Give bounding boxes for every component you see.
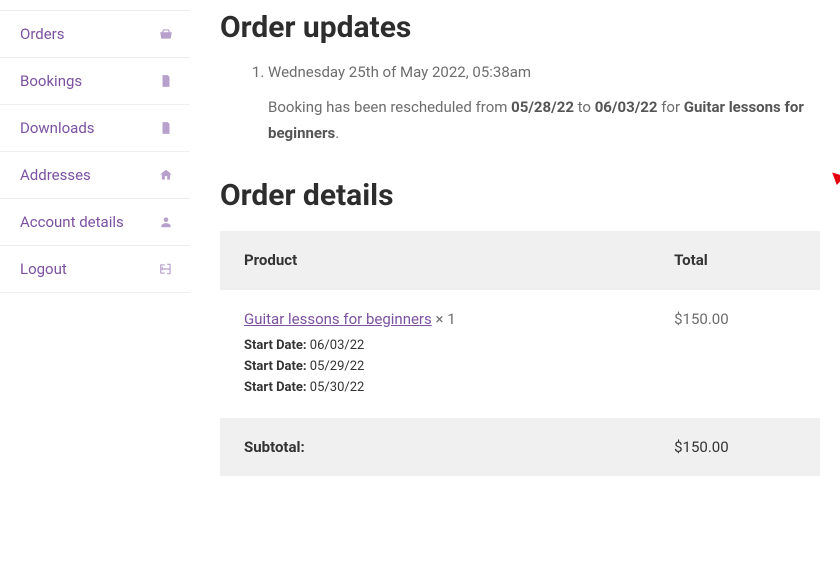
account-sidebar: Orders Bookings Downloads Addresses Acco… [0, 0, 190, 476]
update-text: for [657, 98, 683, 116]
order-details-heading: Order details [220, 178, 820, 213]
home-icon [158, 167, 174, 183]
sidebar-label: Account details [20, 213, 124, 231]
sidebar-item-addresses[interactable]: Addresses [0, 152, 190, 199]
sidebar-item-orders[interactable]: Orders [0, 10, 190, 58]
update-text: Booking has been rescheduled from [268, 98, 511, 116]
update-text: to [574, 98, 595, 116]
basket-icon [158, 26, 174, 42]
download-file-icon [158, 120, 174, 136]
sidebar-item-logout[interactable]: Logout [0, 246, 190, 293]
subtotal-value: $150.00 [650, 418, 820, 476]
order-details-table: Product Total Guitar lessons for beginne… [220, 231, 820, 476]
update-body: Booking has been rescheduled from 05/28/… [268, 95, 820, 146]
sidebar-label: Logout [20, 260, 67, 278]
logout-icon [158, 261, 174, 277]
product-qty: × 1 [432, 310, 456, 328]
subtotal-label: Subtotal: [220, 418, 650, 476]
sidebar-label: Orders [20, 25, 65, 43]
col-product: Product [220, 231, 650, 290]
order-details-section: Order details Product Total Guitar lesso… [220, 178, 820, 476]
sidebar-label: Downloads [20, 119, 95, 137]
meta-label: Start Date: [244, 380, 307, 395]
meta-value: 05/29/22 [307, 359, 365, 374]
product-meta: Start Date: 06/03/22 Start Date: 05/29/2… [244, 336, 626, 398]
meta-value: 05/30/22 [307, 380, 365, 395]
meta-label: Start Date: [244, 359, 307, 374]
row-total: $150.00 [650, 290, 820, 419]
file-icon [158, 73, 174, 89]
meta-label: Start Date: [244, 338, 307, 353]
user-icon [158, 214, 174, 230]
col-total: Total [650, 231, 820, 290]
table-row: Guitar lessons for beginners × 1 Start D… [220, 290, 820, 419]
meta-value: 06/03/22 [307, 338, 365, 353]
sidebar-item-downloads[interactable]: Downloads [0, 105, 190, 152]
update-timestamp: Wednesday 25th of May 2022, 05:38am [268, 63, 820, 81]
order-updates-list: Wednesday 25th of May 2022, 05:38am Book… [268, 63, 820, 146]
product-link[interactable]: Guitar lessons for beginners [244, 310, 432, 328]
sidebar-label: Bookings [20, 72, 82, 90]
update-to-date: 06/03/22 [595, 98, 658, 116]
order-updates-heading: Order updates [220, 10, 820, 45]
main-content: Order updates Wednesday 25th of May 2022… [190, 0, 840, 476]
sidebar-label: Addresses [20, 166, 91, 184]
sidebar-item-bookings[interactable]: Bookings [0, 58, 190, 105]
sidebar-item-account-details[interactable]: Account details [0, 199, 190, 246]
order-update-item: Wednesday 25th of May 2022, 05:38am Book… [268, 63, 820, 146]
update-text: . [335, 124, 339, 142]
update-from-date: 05/28/22 [511, 98, 574, 116]
annotation-arrow-icon [830, 172, 840, 242]
